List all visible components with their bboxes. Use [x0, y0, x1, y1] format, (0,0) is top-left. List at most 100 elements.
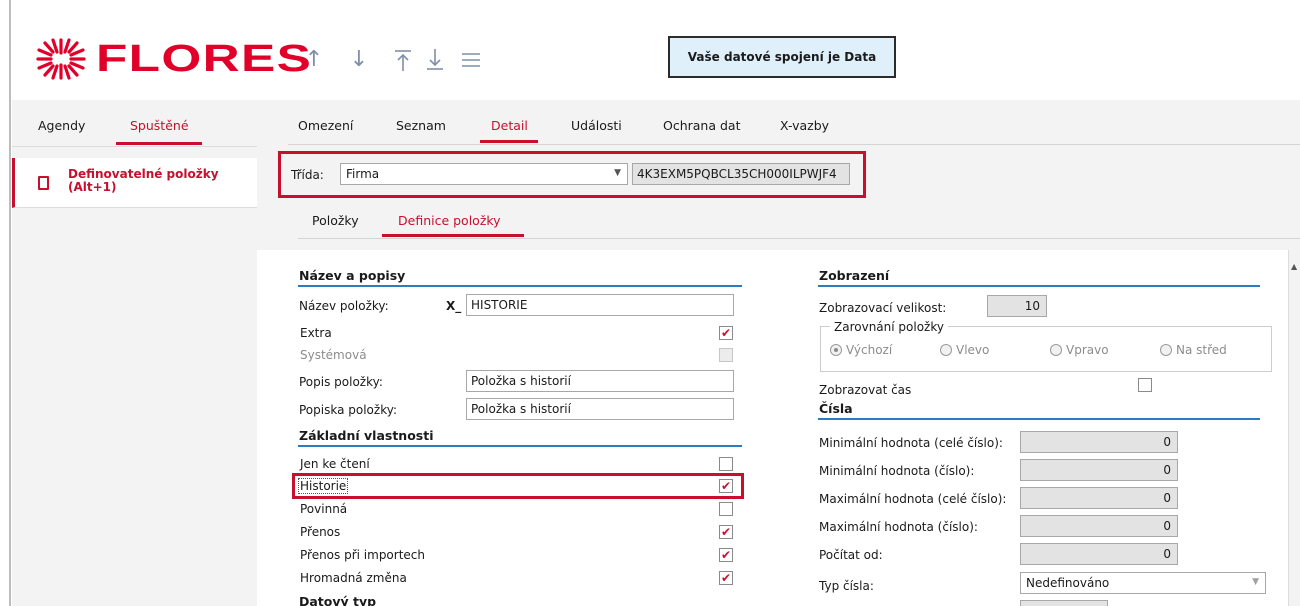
radio-icon	[940, 344, 952, 356]
tab-x-vazby[interactable]: X-vazby	[780, 118, 829, 133]
display-size-label: Zobrazovací velikost:	[819, 301, 947, 315]
sidebar-tab-agendy[interactable]: Agendy	[38, 118, 85, 133]
divider	[288, 144, 1300, 145]
checkmark-icon: ✔	[720, 571, 732, 585]
align-legend: Zarovnání položky	[830, 320, 948, 334]
trida-select[interactable]: Firma ▼	[340, 163, 628, 185]
radio-icon	[1160, 344, 1172, 356]
systemova-checkbox	[719, 348, 733, 362]
scroll-up-icon[interactable]: ▲	[1291, 262, 1297, 271]
count-from-label: Počítat od:	[819, 548, 883, 562]
section-divider	[818, 418, 1260, 420]
min-int-label: Minimální hodnota (celé číslo):	[819, 436, 1003, 450]
tab-udalosti[interactable]: Události	[571, 118, 622, 133]
subtab-definice-polozky[interactable]: Definice položky	[398, 213, 501, 228]
connection-status: Vaše datové spojení je Data	[668, 36, 896, 78]
align-option-vlevo[interactable]: Vlevo	[940, 343, 989, 357]
align-option-vpravo[interactable]: Vpravo	[1050, 343, 1109, 357]
checkmark-icon: ✔	[720, 326, 732, 340]
trida-label: Třída:	[291, 168, 324, 182]
min-num-input[interactable]: 0	[1020, 459, 1178, 481]
brand-logo: FLORES	[96, 38, 313, 80]
prop-jen-ke-cteni-checkbox[interactable]	[719, 457, 733, 471]
prop-povinna-checkbox[interactable]	[719, 502, 733, 516]
show-time-checkbox[interactable]	[1138, 378, 1152, 392]
section-title-props: Základní vlastnosti	[299, 428, 434, 443]
move-to-top-icon[interactable]	[392, 46, 414, 74]
tab-ochrana-dat[interactable]: Ochrana dat	[663, 118, 740, 133]
align-option-vychozi[interactable]: Výchozí	[830, 343, 892, 357]
popis-input[interactable]: Položka s historií	[466, 370, 734, 392]
number-type-select[interactable]: Nedefinováno ▼	[1020, 572, 1266, 594]
min-int-input[interactable]: 0	[1020, 431, 1178, 453]
number-type-label: Typ čísla:	[819, 579, 874, 593]
popiska-input[interactable]: Položka s historií	[466, 398, 734, 420]
max-num-input[interactable]: 0	[1020, 515, 1178, 537]
display-size-input[interactable]: 10	[987, 295, 1047, 317]
checkmark-icon: ✔	[720, 479, 732, 493]
tab-omezeni[interactable]: Omezení	[298, 118, 353, 133]
flores-logo-icon	[34, 36, 88, 85]
checkmark-icon: ✔	[720, 525, 732, 539]
count-from-input[interactable]: 0	[1020, 543, 1178, 565]
section-title-names: Název a popisy	[299, 268, 406, 283]
min-num-label: Minimální hodnota (číslo):	[819, 464, 975, 478]
prop-historie-checkbox[interactable]: ✔	[719, 479, 733, 493]
align-option-na-stred[interactable]: Na střed	[1160, 343, 1227, 357]
tab-detail[interactable]: Detail	[491, 118, 528, 133]
window-edge	[0, 0, 11, 606]
divider	[12, 146, 257, 147]
section-title-display: Zobrazení	[819, 268, 890, 283]
active-tab-indicator	[116, 142, 202, 145]
scrollbar[interactable]	[1288, 250, 1300, 606]
tab-seznam[interactable]: Seznam	[396, 118, 446, 133]
prop-jen-ke-cteni-label: Jen ke čtení	[300, 457, 370, 471]
popiska-label: Popiska položky:	[299, 403, 397, 417]
align-option-label: Vpravo	[1066, 343, 1109, 357]
prop-prenos-label: Přenos	[300, 525, 341, 539]
highlight-box-historie	[292, 473, 744, 499]
trida-code-field: 4K3EXM5PQBCL35CH000ILPWJF4	[632, 163, 850, 185]
arrow-up-icon[interactable]: ↑	[303, 46, 325, 74]
move-to-bottom-icon[interactable]	[424, 46, 446, 74]
section-divider	[298, 285, 742, 287]
align-option-label: Na střed	[1176, 343, 1227, 357]
sidebar-tab-spustene[interactable]: Spuštěné	[130, 118, 189, 133]
checkmark-icon: ✔	[720, 548, 732, 562]
nazev-input[interactable]: HISTORIE	[466, 294, 734, 316]
chevron-down-icon: ▼	[1252, 577, 1259, 587]
extra-label: Extra	[300, 326, 332, 340]
popis-label: Popis položky:	[299, 375, 383, 389]
subtab-polozky[interactable]: Položky	[312, 213, 359, 228]
next-field-partial	[1020, 600, 1108, 606]
chevron-down-icon: ▼	[614, 168, 621, 178]
prop-prenos-importy-label: Přenos při importech	[300, 548, 425, 562]
align-option-label: Vlevo	[956, 343, 990, 357]
show-time-label: Zobrazovat čas	[819, 383, 912, 397]
divider	[298, 238, 1300, 239]
section-title-numbers: Čísla	[819, 401, 853, 416]
document-icon	[38, 176, 49, 190]
section-divider	[298, 445, 742, 447]
max-int-label: Maximální hodnota (celé číslo):	[819, 492, 1007, 506]
prop-prenos-checkbox[interactable]: ✔	[719, 525, 733, 539]
radio-icon	[830, 344, 842, 356]
prop-prenos-importy-checkbox[interactable]: ✔	[719, 548, 733, 562]
active-subtab-indicator	[382, 234, 524, 237]
nazev-label: Název položky:	[299, 299, 389, 313]
trida-select-value: Firma	[346, 167, 380, 181]
align-option-label: Výchozí	[846, 343, 893, 357]
prop-hromadna-zmena-label: Hromadná změna	[300, 571, 407, 585]
prop-povinna-label: Povinná	[300, 502, 348, 516]
number-type-value: Nedefinováno	[1026, 576, 1110, 590]
max-num-label: Maximální hodnota (číslo):	[819, 520, 978, 534]
prop-historie-label: Historie	[298, 478, 349, 494]
sidebar-item-label: Definovatelné položky (Alt+1)	[68, 167, 219, 194]
menu-icon[interactable]	[460, 46, 482, 74]
nazev-prefix: X_	[446, 299, 462, 313]
systemova-label: Systémová	[300, 348, 367, 362]
prop-hromadna-zmena-checkbox[interactable]: ✔	[719, 571, 733, 585]
extra-checkbox[interactable]: ✔	[719, 326, 733, 340]
max-int-input[interactable]: 0	[1020, 487, 1178, 509]
arrow-down-icon[interactable]: ↓	[348, 46, 370, 74]
